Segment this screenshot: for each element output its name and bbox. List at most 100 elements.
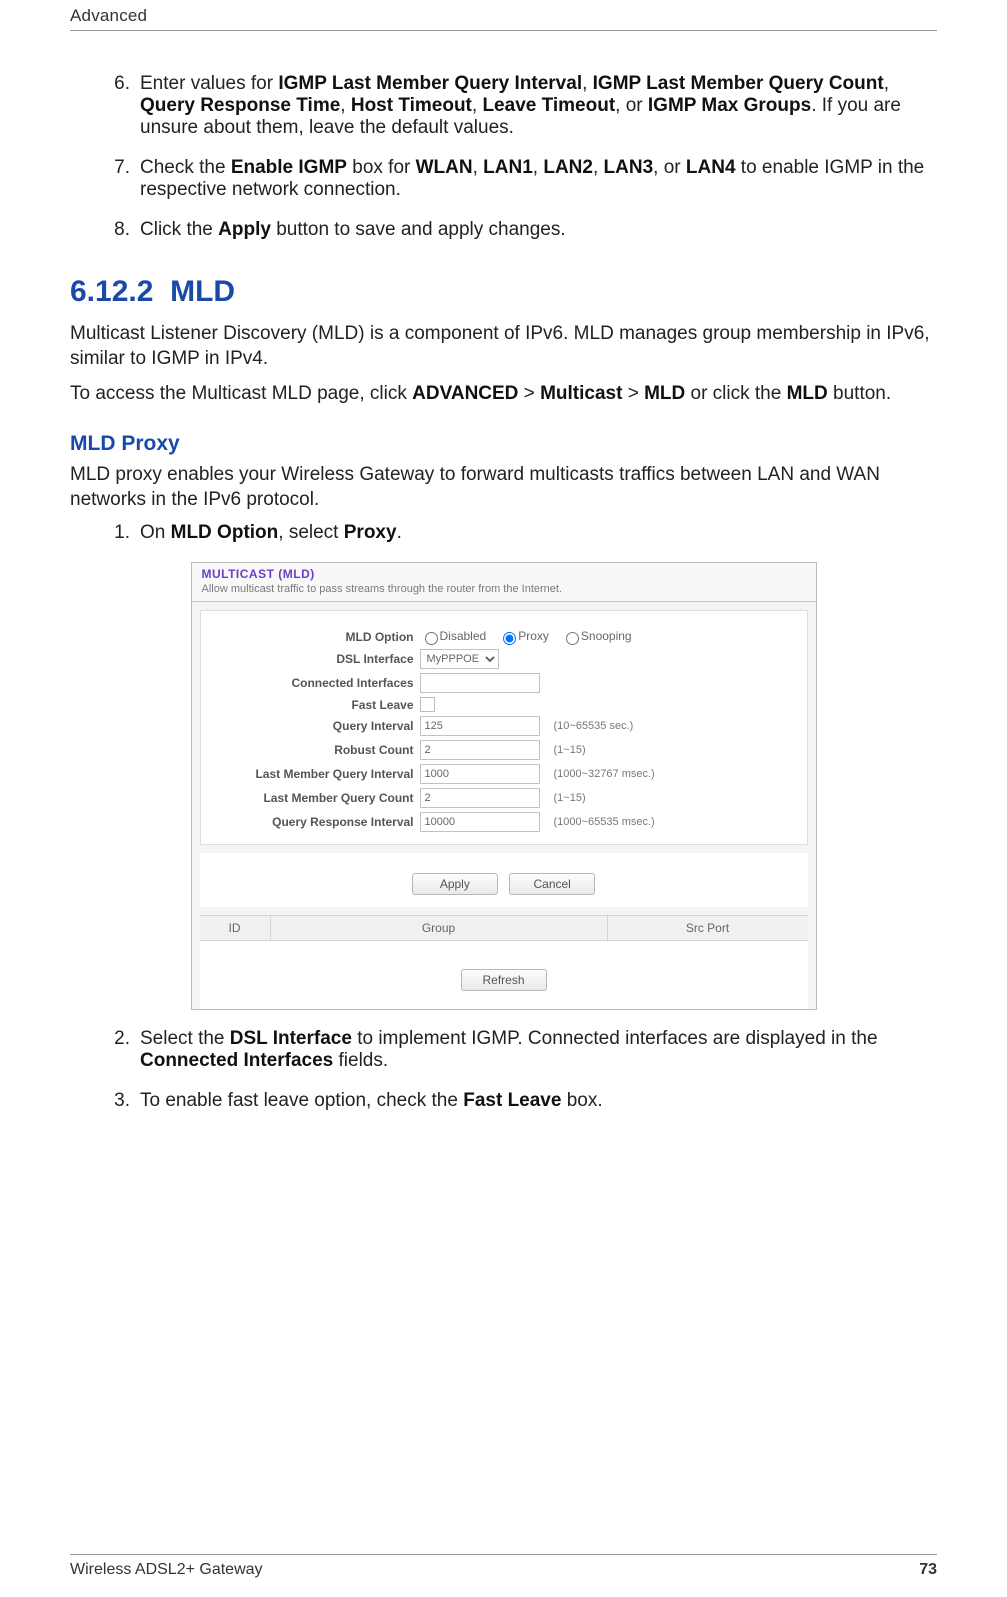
section-number: 6.12.2 — [70, 275, 153, 308]
hint-text: (1000~65535 msec.) — [554, 816, 655, 828]
bold-term: DSL Interface — [230, 1028, 352, 1049]
bold-term: Multicast — [540, 383, 622, 404]
item-body: Select the DSL Interface to implement IG… — [140, 1028, 937, 1072]
bold-term: MLD Option — [171, 522, 279, 543]
col-id: ID — [200, 916, 271, 940]
section-title: MLD — [170, 275, 235, 308]
bold-term: Fast Leave — [463, 1090, 561, 1111]
fast-leave-checkbox[interactable] — [420, 697, 435, 712]
label-robust-count: Robust Count — [209, 743, 420, 757]
label-mld-option: MLD Option — [209, 630, 420, 644]
panel-form: MLD Option Disabled Proxy Snooping DSL I… — [200, 610, 808, 845]
qr-interval-input[interactable] — [420, 812, 540, 832]
text: > — [622, 383, 644, 404]
text: , or — [615, 95, 648, 116]
bold-term: Connected Interfaces — [140, 1050, 333, 1071]
lm-query-interval-input[interactable] — [420, 764, 540, 784]
text: , — [533, 157, 544, 178]
item-number: 3. — [98, 1090, 140, 1112]
text: to implement IGMP. Connected interfaces … — [352, 1028, 878, 1049]
text: or click the — [685, 383, 786, 404]
paragraph: MLD proxy enables your Wireless Gateway … — [70, 462, 937, 512]
bold-term: Host Timeout — [351, 95, 472, 116]
bold-term: LAN3 — [604, 157, 654, 178]
bold-term: IGMP Last Member Query Count — [593, 73, 884, 94]
radio-label: Disabled — [440, 630, 487, 644]
bold-term: LAN1 — [483, 157, 533, 178]
text: > — [518, 383, 540, 404]
item-number: 1. — [98, 522, 140, 544]
bold-term: Enable IGMP — [231, 157, 347, 178]
text: button. — [828, 383, 891, 404]
footer-product: Wireless ADSL2+ Gateway — [70, 1561, 263, 1579]
paragraph: To access the Multicast MLD page, click … — [70, 381, 937, 406]
text: Select the — [140, 1028, 230, 1049]
bold-term: Leave Timeout — [482, 95, 615, 116]
hint-text: (1~15) — [554, 744, 586, 756]
page-number: 73 — [919, 1561, 937, 1579]
query-interval-input[interactable] — [420, 716, 540, 736]
running-header: Advanced — [70, 0, 937, 31]
text: , select — [278, 522, 343, 543]
refresh-button[interactable]: Refresh — [461, 969, 547, 991]
bold-term: MLD — [787, 383, 828, 404]
radio-label: Proxy — [518, 630, 549, 644]
item-body: Click the Apply button to save and apply… — [140, 219, 937, 241]
text: Check the — [140, 157, 231, 178]
label-dsl-interface: DSL Interface — [209, 652, 420, 666]
text: button to save and apply changes. — [271, 219, 566, 240]
text: To enable fast leave option, check the — [140, 1090, 463, 1111]
col-group: Group — [271, 916, 608, 940]
bold-term: LAN2 — [543, 157, 593, 178]
radio-disabled[interactable]: Disabled — [420, 629, 487, 645]
label-fast-leave: Fast Leave — [209, 698, 420, 712]
subsection-heading: MLD Proxy — [70, 432, 937, 456]
robust-count-input[interactable] — [420, 740, 540, 760]
text: , — [340, 95, 351, 116]
bold-term: WLAN — [416, 157, 473, 178]
refresh-row: Refresh — [200, 941, 808, 1009]
radio-input[interactable] — [566, 632, 579, 645]
bold-term: Apply — [218, 219, 271, 240]
item-number: 6. — [98, 73, 140, 139]
item-body: On MLD Option, select Proxy. — [140, 522, 937, 544]
radio-proxy[interactable]: Proxy — [498, 629, 549, 645]
col-srcport: Src Port — [608, 916, 808, 940]
cancel-button[interactable]: Cancel — [509, 873, 595, 895]
item-body: To enable fast leave option, check the F… — [140, 1090, 937, 1112]
text: , — [472, 95, 483, 116]
text: On — [140, 522, 171, 543]
radio-snooping[interactable]: Snooping — [561, 629, 632, 645]
hint-text: (1000~32767 msec.) — [554, 768, 655, 780]
dsl-interface-select[interactable]: MyPPPOE — [420, 649, 499, 669]
text: Click the — [140, 219, 218, 240]
bold-term: IGMP Last Member Query Interval — [278, 73, 582, 94]
lm-query-count-input[interactable] — [420, 788, 540, 808]
radio-label: Snooping — [581, 630, 632, 644]
ordered-list-b: 1. On MLD Option, select Proxy. — [70, 522, 937, 544]
bold-term: MLD — [644, 383, 685, 404]
label-connected-interfaces: Connected Interfaces — [209, 676, 420, 690]
text: . — [397, 522, 402, 543]
radio-input[interactable] — [503, 632, 516, 645]
list-item: 3. To enable fast leave option, check th… — [98, 1090, 937, 1112]
group-table-header: ID Group Src Port — [200, 915, 808, 941]
item-number: 2. — [98, 1028, 140, 1072]
apply-button[interactable]: Apply — [412, 873, 498, 895]
list-item: 2. Select the DSL Interface to implement… — [98, 1028, 937, 1072]
item-body: Enter values for IGMP Last Member Query … — [140, 73, 937, 139]
connected-interfaces-input[interactable] — [420, 673, 540, 693]
radio-input[interactable] — [425, 632, 438, 645]
button-row: Apply Cancel — [200, 853, 808, 907]
label-lm-query-count: Last Member Query Count — [209, 791, 420, 805]
bold-term: Query Response Time — [140, 95, 340, 116]
paragraph: Multicast Listener Discovery (MLD) is a … — [70, 321, 937, 371]
bold-term: LAN4 — [686, 157, 736, 178]
section-heading: 6.12.2 MLD — [70, 275, 937, 309]
text: , — [884, 73, 889, 94]
page-footer: Wireless ADSL2+ Gateway 73 — [70, 1554, 937, 1579]
list-item: 8. Click the Apply button to save and ap… — [98, 219, 937, 241]
text: Enter values for — [140, 73, 278, 94]
item-number: 8. — [98, 219, 140, 241]
hint-text: (10~65535 sec.) — [554, 720, 634, 732]
